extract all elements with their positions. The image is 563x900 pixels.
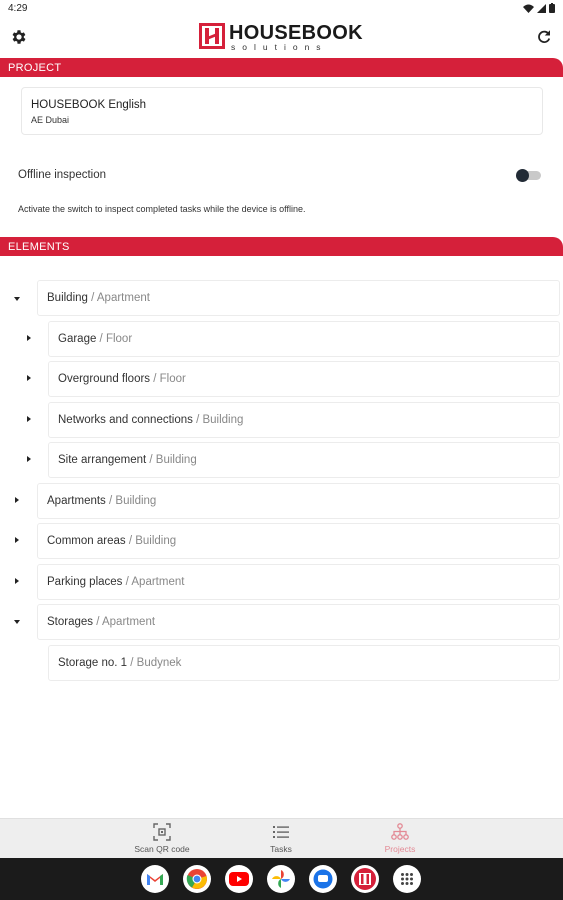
system-icons — [523, 3, 555, 13]
nav-tasks[interactable]: Tasks — [241, 823, 321, 854]
housebook-glyph — [354, 868, 376, 890]
tree-item-common-areas[interactable]: Common areas / Building — [37, 523, 560, 559]
collapse-arrow-icon[interactable] — [15, 537, 19, 543]
collapse-arrow-icon[interactable] — [27, 456, 31, 462]
elements-section-header: ELEMENTS — [0, 237, 563, 256]
tree-item-type: / Apartment — [87, 292, 150, 304]
app-drawer-glyph — [401, 873, 413, 885]
nav-label: Scan QR code — [134, 844, 190, 854]
collapse-arrow-icon[interactable] — [27, 375, 31, 381]
youtube-icon[interactable] — [225, 865, 253, 893]
tree-item-type: / Building — [125, 535, 177, 547]
app-bar: HOUSEBOOK solutions — [0, 17, 563, 57]
expand-arrow-icon[interactable] — [14, 620, 20, 624]
logo-brand-text: HOUSEBOOK — [229, 22, 363, 44]
project-card[interactable]: HOUSEBOOK English AE Dubai — [21, 87, 543, 135]
youtube-glyph — [229, 872, 249, 886]
expand-arrow-icon[interactable] — [14, 297, 20, 301]
tree-item-type: / Building — [192, 414, 244, 426]
project-location: AE Dubai — [31, 115, 70, 125]
offline-inspection-toggle[interactable] — [515, 169, 541, 182]
collapse-arrow-icon[interactable] — [15, 497, 19, 503]
tree-item-name: Networks and connections — [58, 414, 193, 426]
tree-item-name: Overground floors — [58, 373, 151, 385]
tree-item-name: Parking places — [47, 576, 123, 588]
qr-scan-icon — [153, 823, 171, 841]
chrome-icon[interactable] — [183, 865, 211, 893]
messages-glyph — [313, 869, 333, 889]
tree-item-name: Storages — [47, 616, 94, 628]
toggle-thumb — [516, 169, 529, 182]
status-time: 4:29 — [8, 3, 28, 14]
nav-scan-qr-code[interactable]: Scan QR code — [122, 823, 202, 854]
gmail-icon[interactable] — [141, 865, 169, 893]
signal-icon — [537, 3, 546, 13]
tree-item-type: / Apartment — [122, 576, 185, 588]
offline-help-text: Activate the switch to inspect completed… — [18, 204, 306, 214]
gmail-glyph — [147, 874, 163, 885]
list-icon — [273, 826, 289, 838]
housebook-app-icon[interactable] — [351, 865, 379, 893]
tree-item-name: Building — [47, 292, 88, 304]
android-dock — [0, 858, 563, 900]
collapse-arrow-icon[interactable] — [15, 578, 19, 584]
tree-item-parking-places[interactable]: Parking places / Apartment — [37, 564, 560, 600]
chrome-glyph — [186, 869, 207, 889]
nav-label: Projects — [384, 844, 416, 854]
battery-icon — [549, 3, 555, 13]
photos-glyph — [272, 870, 290, 888]
housebook-logo-mark-icon — [199, 23, 225, 49]
tree-item-name: Common areas — [47, 535, 126, 547]
tree-item-site-arrangement[interactable]: Site arrangement / Building — [48, 442, 560, 478]
settings-gear-icon[interactable] — [10, 28, 28, 46]
status-bar: 4:29 — [0, 0, 563, 17]
nav-projects[interactable]: Projects — [360, 823, 440, 854]
hierarchy-icon — [391, 823, 409, 840]
tree-item-type: / Floor — [150, 373, 186, 385]
tree-item-networks-and-connections[interactable]: Networks and connections / Building — [48, 402, 560, 438]
photos-icon[interactable] — [267, 865, 295, 893]
nav-label: Tasks — [270, 844, 292, 854]
project-section-header: PROJECT — [0, 58, 563, 77]
tree-item-type: / Floor — [96, 333, 133, 345]
offline-inspection-label: Offline inspection — [18, 169, 107, 181]
messages-icon[interactable] — [309, 865, 337, 893]
tree-item-name: Site arrangement — [58, 454, 147, 466]
wifi-icon — [523, 4, 534, 13]
tree-item-storages[interactable]: Storages / Apartment — [37, 604, 560, 640]
tree-item-building[interactable]: Building / Apartment — [37, 280, 560, 316]
bottom-navigation: Scan QR code Tasks Projects — [0, 818, 563, 858]
project-section-title: PROJECT — [8, 62, 62, 74]
tree-item-name: Apartments — [47, 495, 106, 507]
tree-item-type: / Building — [105, 495, 157, 507]
app-drawer-icon[interactable] — [393, 865, 421, 893]
tree-item-name: Garage — [58, 333, 97, 345]
elements-section-title: ELEMENTS — [8, 241, 70, 253]
tree-item-type: / Apartment — [93, 616, 156, 628]
collapse-arrow-icon[interactable] — [27, 416, 31, 422]
tree-item-storage-no-1[interactable]: Storage no. 1 / Budynek — [48, 645, 560, 681]
logo-tagline-text: solutions — [231, 42, 328, 52]
tree-item-garage[interactable]: Garage / Floor — [48, 321, 560, 357]
project-name: HOUSEBOOK English — [31, 99, 147, 111]
housebook-logo: HOUSEBOOK solutions — [199, 23, 367, 53]
tree-item-apartments[interactable]: Apartments / Building — [37, 483, 560, 519]
tree-item-type: / Building — [146, 454, 197, 466]
tree-item-overground-floors[interactable]: Overground floors / Floor — [48, 361, 560, 397]
tree-item-name: Storage no. 1 — [58, 657, 128, 669]
collapse-arrow-icon[interactable] — [27, 335, 31, 341]
tree-item-type: / Budynek — [127, 657, 182, 669]
refresh-icon[interactable] — [535, 28, 553, 46]
